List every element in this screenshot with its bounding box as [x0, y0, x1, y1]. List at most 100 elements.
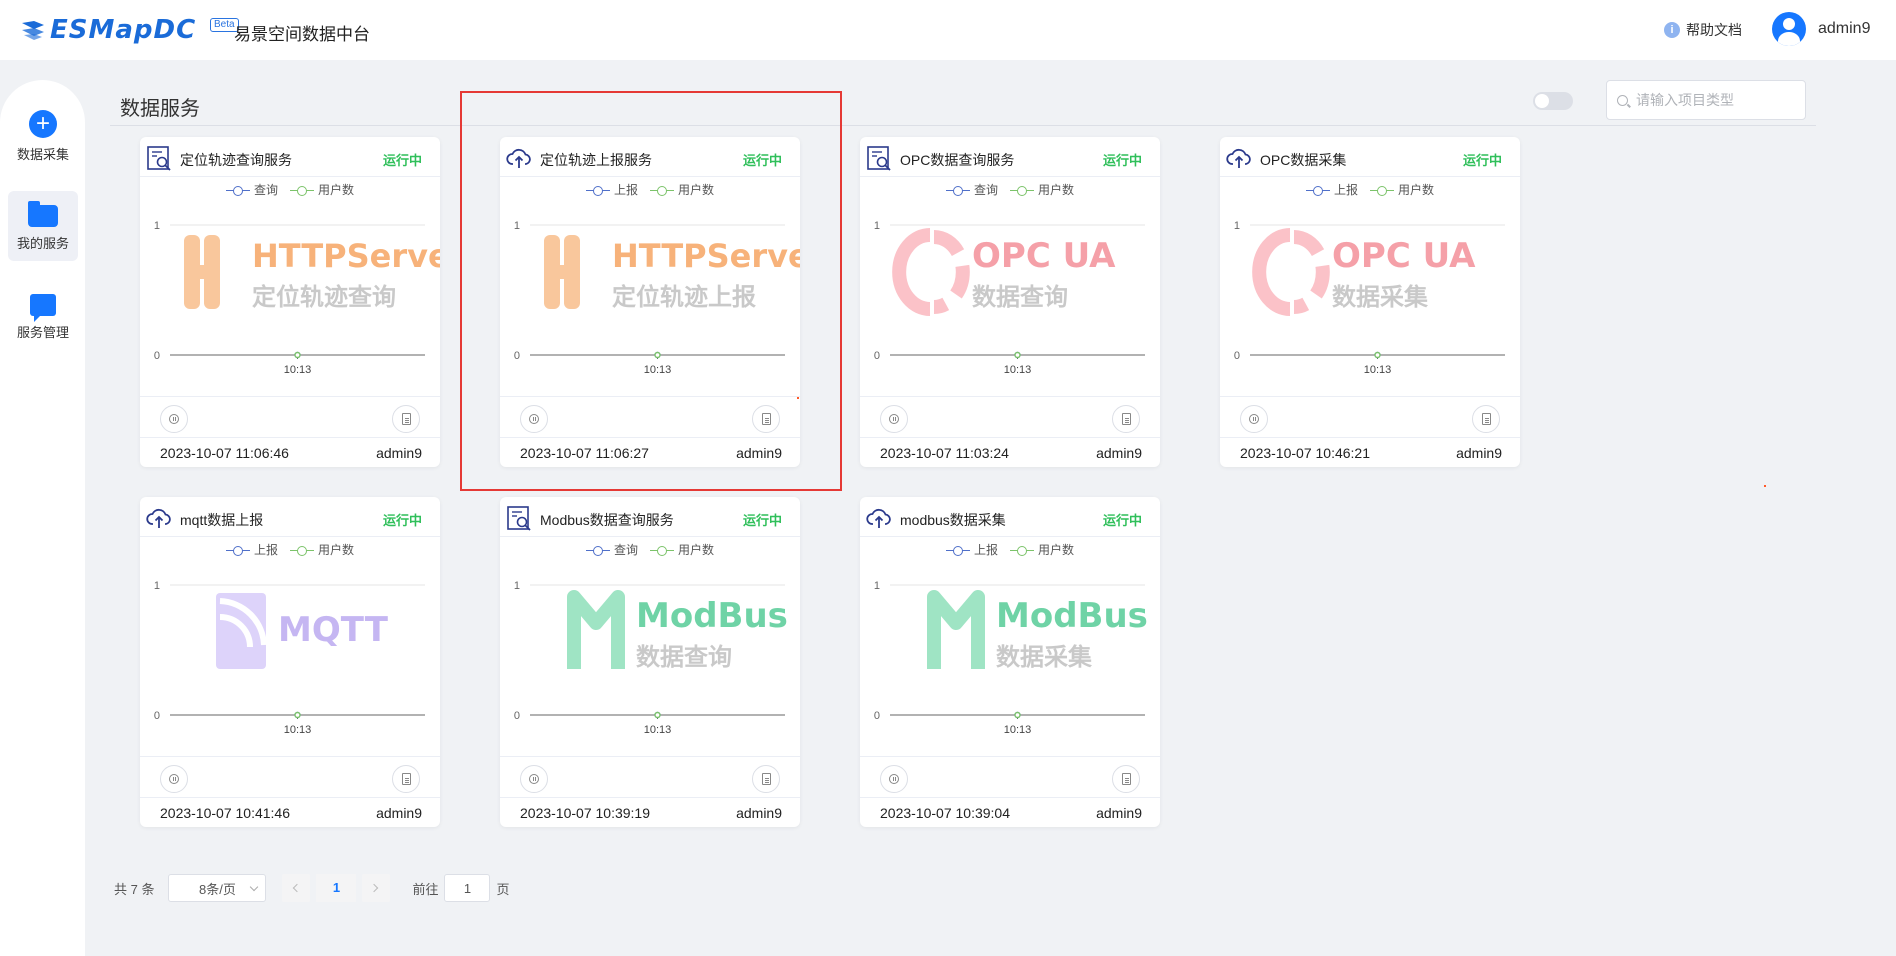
watermark-logo: [216, 593, 267, 669]
document-button[interactable]: [392, 405, 420, 433]
document-button[interactable]: [1112, 765, 1140, 793]
x-tick-label: 10:13: [1364, 364, 1392, 376]
pause-button[interactable]: [1240, 405, 1268, 433]
upload-cloud-icon: [866, 505, 892, 531]
pause-button[interactable]: [880, 765, 908, 793]
legend-label[interactable]: 查询: [974, 181, 998, 198]
pause-button[interactable]: [160, 405, 188, 433]
data-point[interactable]: [1014, 351, 1021, 359]
watermark-subtitle: 定位轨迹查询: [252, 283, 396, 311]
upload-cloud-icon: [146, 505, 172, 531]
app-logo[interactable]: ESMapDC Beta: [20, 14, 239, 46]
card-controls: [140, 756, 440, 798]
pause-icon: [529, 774, 539, 784]
view-toggle[interactable]: [1533, 92, 1573, 110]
data-point[interactable]: [294, 711, 301, 719]
goto-page-input[interactable]: [444, 874, 491, 902]
service-card[interactable]: 定位轨迹上报服务 运行中 上报 用户数 2023-10-07 11:06:27 admin…: [500, 137, 800, 467]
legend-label[interactable]: 用户数: [318, 541, 354, 558]
help-docs-link[interactable]: i 帮助文档: [1664, 20, 1742, 40]
pause-icon: [529, 414, 539, 424]
legend-label[interactable]: 用户数: [318, 181, 354, 198]
avatar: [1772, 12, 1806, 46]
service-card[interactable]: mqtt数据上报 运行中 上报 用户数 2023-10-07 10:41:46 admin…: [140, 497, 440, 827]
y-tick-label: 0: [874, 350, 880, 362]
chart-legend: 上报 用户数: [860, 541, 1160, 558]
document-button[interactable]: [752, 405, 780, 433]
legend-label[interactable]: 查询: [254, 181, 278, 198]
x-tick-label: 10:13: [644, 364, 672, 376]
legend-marker: [1370, 185, 1394, 196]
document-icon: [402, 773, 411, 785]
logo-text: ESMapDC: [50, 15, 197, 45]
pause-icon: [889, 774, 899, 784]
status-badge: 运行中: [742, 153, 782, 168]
legend-label[interactable]: 上报: [254, 541, 278, 558]
user-menu[interactable]: admin9: [1772, 12, 1870, 46]
chat-icon: [30, 294, 56, 322]
watermark-subtitle: 数据查询: [972, 283, 1068, 311]
usage-line-chart: HTTPServer 定位轨迹上报 1 0 10:13: [514, 220, 800, 376]
document-button[interactable]: [1472, 405, 1500, 433]
prev-page-button[interactable]: [282, 874, 311, 902]
legend-label[interactable]: 用户数: [1398, 181, 1434, 198]
chart-legend: 上报 用户数: [1220, 181, 1520, 198]
pagination-total: 共 7 条: [114, 881, 155, 897]
legend-label[interactable]: 用户数: [678, 181, 714, 198]
card-footer: 2023-10-07 10:39:19 admin9: [500, 799, 800, 827]
service-card[interactable]: Modbus数据查询服务 运行中 查询 用户数 2023-10-07 10:39:19 a…: [500, 497, 800, 827]
watermark-subtitle: 数据采集: [1332, 283, 1429, 311]
page-size-select[interactable]: 8条/页: [168, 874, 267, 902]
pagination: 共 7 条 8条/页 1 前往 页: [114, 874, 510, 902]
pause-button[interactable]: [520, 765, 548, 793]
document-button[interactable]: [392, 765, 420, 793]
usage-line-chart: ModBus 数据查询 1 0 10:13: [514, 580, 788, 736]
chart-legend: 查询 用户数: [860, 181, 1160, 198]
y-tick-label: 0: [1234, 350, 1240, 362]
pause-button[interactable]: [520, 405, 548, 433]
data-point[interactable]: [294, 351, 301, 359]
data-point[interactable]: [654, 351, 661, 359]
document-button[interactable]: [752, 765, 780, 793]
service-card[interactable]: modbus数据采集 运行中 上报 用户数 2023-10-07 10:39:04 adm…: [860, 497, 1160, 827]
sidebar-item-service-management[interactable]: 服务管理: [8, 294, 78, 354]
legend-label[interactable]: 上报: [974, 541, 998, 558]
legend-marker: [585, 185, 610, 196]
legend-marker: [290, 545, 314, 556]
card-header: OPC数据采集 运行中: [1220, 137, 1520, 177]
card-title: mqtt数据上报: [180, 512, 264, 528]
search-input[interactable]: [1636, 92, 1796, 108]
watermark-logo: [567, 590, 625, 669]
watermark-logo: [1252, 228, 1330, 316]
legend-label[interactable]: 用户数: [1038, 181, 1074, 198]
legend-label[interactable]: 用户数: [1038, 541, 1074, 558]
watermark-title: ModBus: [996, 596, 1148, 636]
pause-button[interactable]: [160, 765, 188, 793]
sidebar-item-data-collection[interactable]: + 数据采集: [8, 110, 78, 174]
service-card[interactable]: OPC数据采集 运行中 上报 用户数 2023-10-07 10:46:21 admin9…: [1220, 137, 1520, 467]
watermark-subtitle: 数据采集: [996, 643, 1093, 671]
data-point[interactable]: [654, 711, 661, 719]
legend-label[interactable]: 查询: [614, 541, 638, 558]
card-controls: [860, 756, 1160, 798]
legend-label[interactable]: 用户数: [678, 541, 714, 558]
data-point[interactable]: [1374, 351, 1381, 359]
card-controls: [500, 756, 800, 798]
legend-label[interactable]: 上报: [614, 181, 638, 198]
page-number-current[interactable]: 1: [316, 874, 357, 902]
legend-label[interactable]: 上报: [1334, 181, 1358, 198]
next-page-button[interactable]: [362, 874, 391, 902]
watermark-title: OPC UA: [972, 236, 1116, 276]
search-box[interactable]: [1606, 80, 1806, 120]
card-controls: [140, 396, 440, 438]
card-footer: 2023-10-07 11:03:24 admin9: [860, 439, 1160, 467]
usage-line-chart: OPC UA 数据采集 1 0 10:13: [1234, 220, 1505, 376]
watermark-title: HTTPServer: [612, 237, 800, 275]
pause-button[interactable]: [880, 405, 908, 433]
data-point[interactable]: [1014, 711, 1021, 719]
x-tick-label: 10:13: [284, 364, 312, 376]
service-card[interactable]: 定位轨迹查询服务 运行中 查询 用户数 2023-10-07 11:06:46 admin…: [140, 137, 440, 467]
service-card[interactable]: OPC数据查询服务 运行中 查询 用户数 2023-10-07 11:03:24 admi…: [860, 137, 1160, 467]
sidebar-item-my-services[interactable]: 我的服务: [8, 191, 78, 261]
document-button[interactable]: [1112, 405, 1140, 433]
